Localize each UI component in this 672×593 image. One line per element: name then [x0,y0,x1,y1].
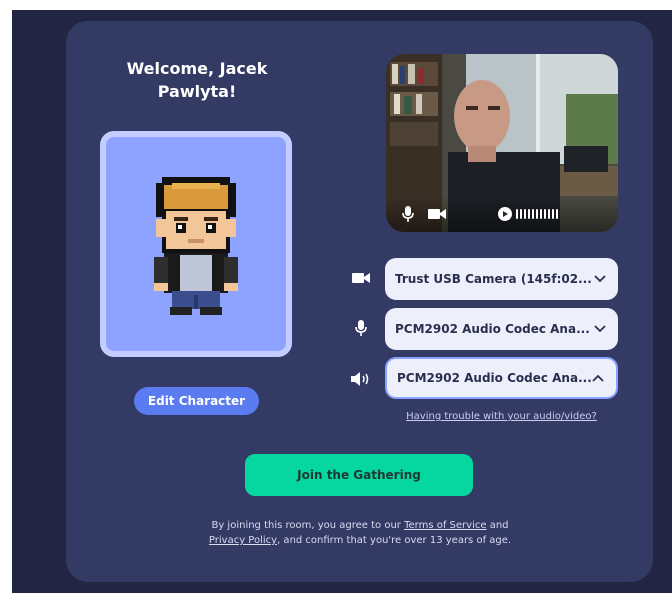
edit-character-button[interactable]: Edit Character [134,387,259,415]
mute-microphone-button[interactable] [402,206,414,222]
av-trouble-link[interactable]: Having trouble with your audio/video? [385,411,618,422]
microphone-icon [355,320,367,336]
privacy-policy-link[interactable]: Privacy Policy [209,535,277,546]
video-controls-bar [386,196,618,232]
camera-select[interactable]: Trust USB Camera (145f:02... [385,258,618,300]
chevron-down-icon [594,325,606,333]
pixel-character-avatar [154,177,238,315]
speaker-device-icon-wrap [348,367,374,391]
avatar-preview [100,131,292,357]
terms-of-service-link[interactable]: Terms of Service [404,520,486,531]
legal-and: and [486,520,509,531]
camera-preview [386,54,618,232]
audio-level-meter [516,209,558,219]
camera-select-value: Trust USB Camera (145f:02... [395,272,592,286]
microphone-device-icon-wrap [348,316,374,340]
microphone-select-value: PCM2902 Audio Codec Ana... [395,322,590,336]
play-icon [498,207,512,221]
audio-test-control[interactable] [498,207,558,221]
toggle-camera-button[interactable] [428,208,446,220]
speaker-icon [351,372,369,386]
legal-notice: By joining this room, you agree to our T… [190,518,530,548]
chevron-up-icon [592,374,604,382]
speaker-select-value: PCM2902 Audio Codec Ana... [397,371,592,385]
microphone-select[interactable]: PCM2902 Audio Codec Ana... [385,308,618,350]
microphone-icon [402,206,414,222]
welcome-title: Welcome, Jacek Pawlyta! [126,59,268,101]
camera-device-icon-wrap [348,266,374,290]
chevron-down-icon [594,275,606,283]
legal-suffix: , and confirm that you're over 13 years … [277,535,512,546]
legal-prefix: By joining this room, you agree to our [211,520,405,531]
speaker-select[interactable]: PCM2902 Audio Codec Ana... [385,357,618,399]
video-camera-icon [428,209,446,219]
join-gathering-button[interactable]: Join the Gathering [245,454,473,496]
video-camera-icon [352,273,370,283]
